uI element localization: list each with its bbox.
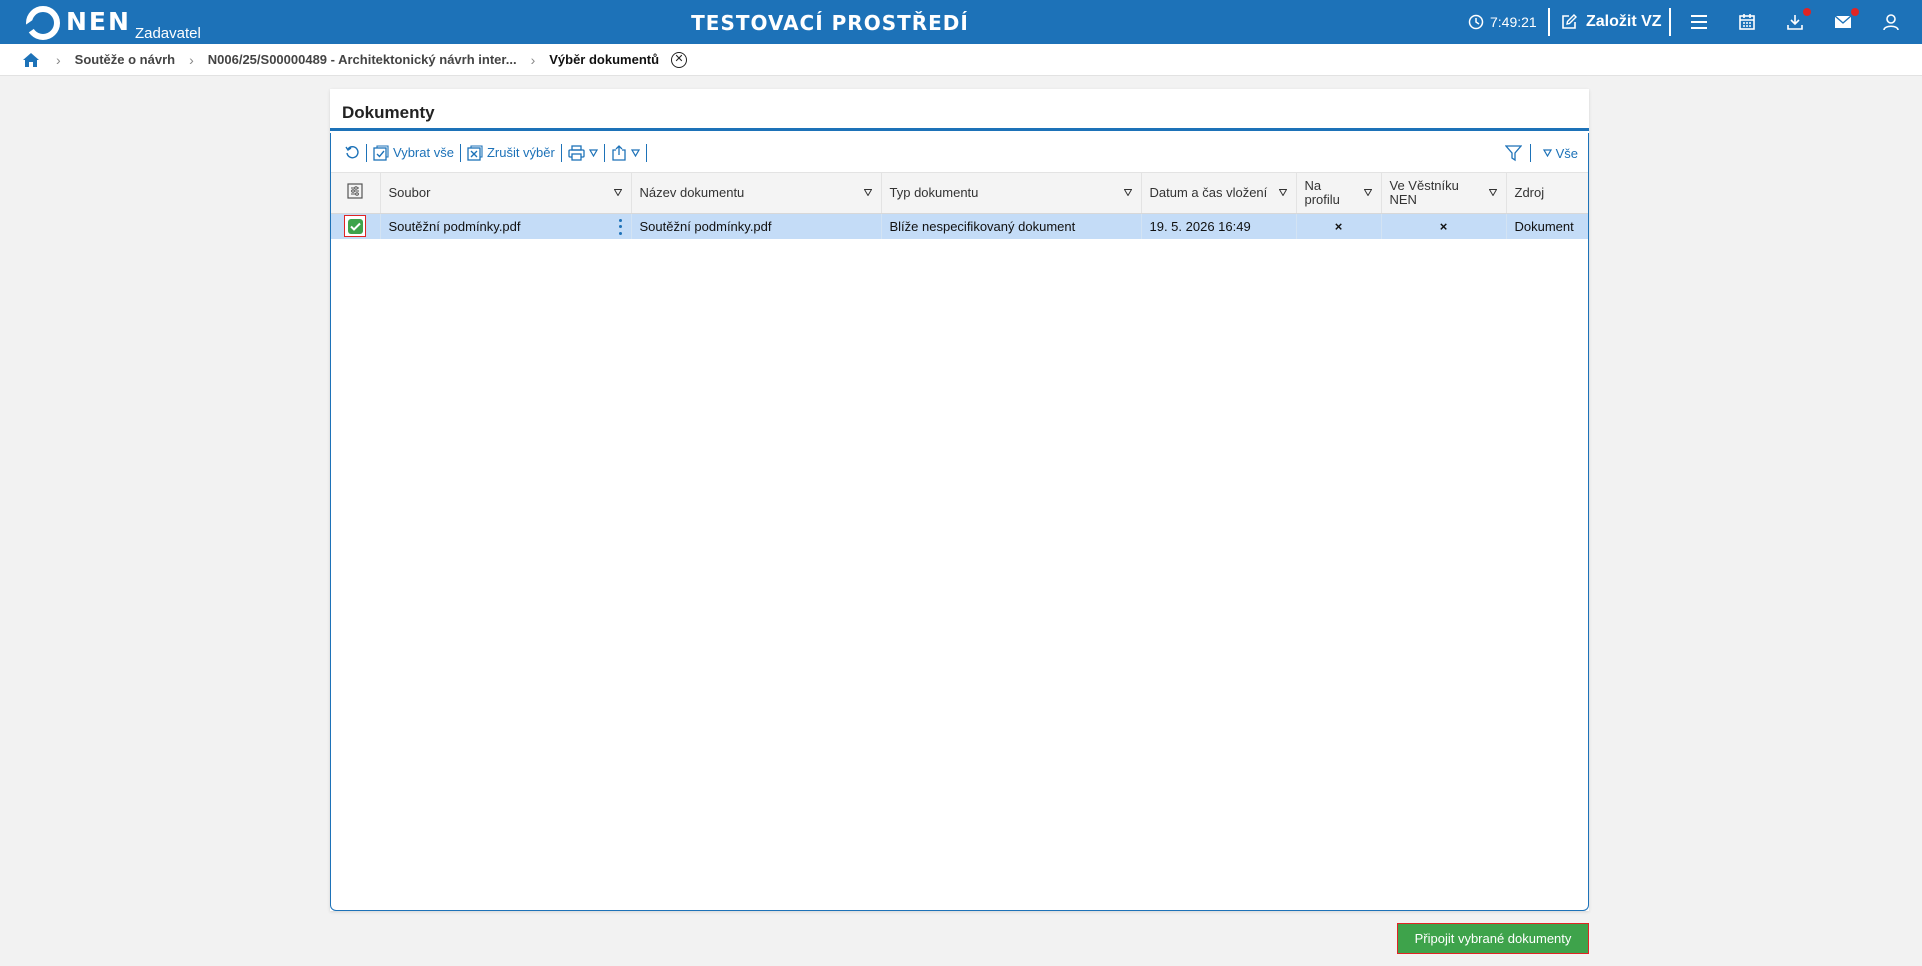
- documents-table: Soubor Název dokumentu Typ dokumentu Dat…: [331, 173, 1588, 239]
- sort-icon[interactable]: [1363, 188, 1372, 196]
- column-label: Datum a čas vložení: [1149, 184, 1268, 200]
- clock-icon: [1468, 14, 1484, 30]
- chevron-right-icon: ›: [189, 51, 194, 68]
- close-icon[interactable]: ✕: [671, 51, 688, 68]
- breadcrumb-item-current: Výběr dokumentů: [549, 52, 660, 67]
- column-header-soubor[interactable]: Soubor: [380, 173, 632, 214]
- logo-subtitle: Zadavatel: [134, 25, 201, 42]
- breadcrumb: › Soutěže o návrh › N006/25/S00000489 - …: [0, 44, 1922, 76]
- nen-logo-icon: [26, 6, 60, 40]
- refresh-button[interactable]: [339, 133, 366, 173]
- clock-time: 7:49:21: [1490, 14, 1537, 30]
- panel-title: Dokumenty: [330, 89, 1589, 131]
- row-menu-icon[interactable]: [618, 218, 623, 235]
- filter-all-label: Vše: [1555, 145, 1578, 161]
- sort-icon[interactable]: [1278, 188, 1287, 196]
- download-button[interactable]: [1783, 8, 1811, 34]
- edit-icon: [1562, 14, 1577, 29]
- filter-icon[interactable]: [1504, 144, 1522, 162]
- toolbar-divider: [645, 143, 647, 162]
- checkmark-icon: [347, 218, 363, 234]
- dropdown-icon: [588, 148, 598, 157]
- dropdown-icon: [1542, 149, 1552, 157]
- home-icon: [23, 52, 39, 67]
- cell-datum: 19. 5. 2026 16:49: [1141, 213, 1297, 239]
- toolbar-divider: [1529, 144, 1531, 162]
- column-label: Typ dokumentu: [889, 184, 979, 200]
- column-header-zdroj[interactable]: Zdroj: [1506, 173, 1588, 214]
- home-button[interactable]: [22, 50, 42, 70]
- attach-selected-button[interactable]: Připojit vybrané dokumenty: [1397, 923, 1589, 954]
- cell-zdroj: Dokument: [1506, 213, 1588, 239]
- top-bar: NEN Zadavatel TESTOVACÍ PROSTŘEDÍ 7:49:2…: [0, 0, 1922, 44]
- mail-button[interactable]: [1831, 8, 1859, 34]
- menu-button[interactable]: [1687, 10, 1711, 34]
- column-label: Soubor: [388, 184, 431, 200]
- column-label: Zdroj: [1514, 184, 1545, 200]
- cancel-selection-button[interactable]: Zrušit výběr: [461, 133, 561, 173]
- print-icon: [568, 144, 585, 161]
- nen-logo[interactable]: NEN Zadavatel: [26, 5, 201, 42]
- table-header-row: Soubor Název dokumentu Typ dokumentu Dat…: [331, 173, 1588, 214]
- column-label: Název dokumentu: [639, 184, 745, 200]
- download-icon: [1787, 15, 1803, 30]
- row-checkbox-cell[interactable]: [331, 213, 381, 239]
- toolbar-right: Vše: [1504, 133, 1582, 173]
- create-vz-label: Založit VZ: [1586, 13, 1662, 30]
- print-button[interactable]: [562, 133, 604, 173]
- cell-nazev: Soutěžní podmínky.pdf: [631, 213, 882, 239]
- cell-typ: Blíže nespecifikovaný dokument: [881, 213, 1142, 239]
- export-button[interactable]: [605, 133, 646, 173]
- chevron-right-icon: ›: [56, 51, 61, 68]
- sort-icon[interactable]: [1488, 188, 1497, 196]
- column-settings[interactable]: [331, 173, 381, 214]
- divider: [1548, 8, 1550, 36]
- cancel-selection-label: Zrušit výběr: [486, 145, 555, 160]
- select-all-label: Vybrat vše: [393, 145, 454, 160]
- column-header-datum[interactable]: Datum a čas vložení: [1141, 173, 1297, 214]
- sort-icon[interactable]: [613, 188, 622, 196]
- session-clock: 7:49:21: [1468, 0, 1537, 44]
- calendar-button[interactable]: [1735, 10, 1759, 34]
- environment-title: TESTOVACÍ PROSTŘEDÍ: [691, 11, 969, 35]
- notification-dot: [1851, 8, 1859, 16]
- sort-icon[interactable]: [863, 188, 872, 196]
- file-name[interactable]: Soutěžní podmínky.pdf: [389, 219, 521, 234]
- documents-panel: Dokumenty Vybrat vše Zrušit výběr Vše So…: [330, 89, 1589, 911]
- divider: [1669, 8, 1671, 36]
- create-vz-button[interactable]: Založit VZ: [1560, 0, 1662, 44]
- breadcrumb-item-soutez[interactable]: Soutěže o návrh: [75, 52, 175, 67]
- notification-dot: [1803, 8, 1811, 16]
- user-icon: [1883, 14, 1899, 31]
- documents-grid: Vybrat vše Zrušit výběr Vše Soubor Název…: [330, 133, 1589, 911]
- deselect-icon: [467, 144, 483, 161]
- refresh-icon: [345, 146, 359, 159]
- row-checkbox[interactable]: [344, 215, 367, 238]
- filter-all-dropdown[interactable]: Vše: [1539, 133, 1582, 173]
- column-header-nazev[interactable]: Název dokumentu: [631, 173, 882, 214]
- cell-ve-vestniku: ×: [1381, 213, 1507, 239]
- column-settings-icon: [347, 183, 363, 199]
- menu-icon: [1691, 15, 1707, 29]
- user-button[interactable]: [1879, 10, 1903, 34]
- sort-icon[interactable]: [1123, 188, 1132, 196]
- chevron-right-icon: ›: [530, 51, 536, 68]
- grid-toolbar: Vybrat vše Zrušit výběr Vše: [331, 133, 1588, 173]
- export-icon: [612, 144, 626, 161]
- table-row[interactable]: Soutěžní podmínky.pdf Soutěžní podmínky.…: [331, 213, 1588, 239]
- column-header-typ[interactable]: Typ dokumentu: [881, 173, 1142, 214]
- logo-text: NEN: [66, 7, 131, 36]
- mail-icon: [1834, 15, 1852, 28]
- column-header-ve-vestniku[interactable]: Ve Věstníku NEN: [1381, 173, 1507, 214]
- cell-soubor[interactable]: Soutěžní podmínky.pdf: [380, 213, 632, 239]
- select-all-icon: [373, 144, 389, 161]
- calendar-icon: [1739, 14, 1755, 30]
- column-label: Ve Věstníku NEN: [1389, 177, 1459, 207]
- breadcrumb-item-zakazka[interactable]: N006/25/S00000489 - Architektonický návr…: [208, 52, 517, 67]
- cell-na-profilu: ×: [1296, 213, 1382, 239]
- column-label: Na profilu: [1304, 177, 1340, 207]
- select-all-button[interactable]: Vybrat vše: [367, 133, 460, 173]
- column-header-na-profilu[interactable]: Na profilu: [1296, 173, 1382, 214]
- dropdown-icon: [630, 148, 640, 157]
